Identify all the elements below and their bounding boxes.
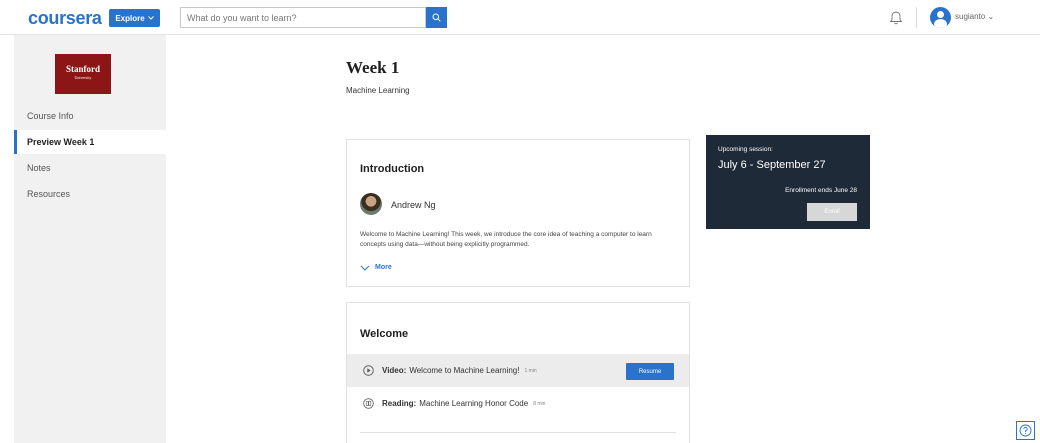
sidebar-item-label: Resources: [27, 189, 71, 199]
introduction-card: Introduction Andrew Ng Welcome to Machin…: [346, 139, 690, 287]
chevron-down-icon: [147, 16, 154, 20]
item-duration: 8 min: [533, 400, 546, 407]
course-name: Machine Learning: [346, 86, 410, 95]
enroll-button[interactable]: Enroll: [807, 203, 857, 221]
sidebar-item-course-info[interactable]: Course Info: [14, 104, 166, 128]
item-type: Reading:: [382, 399, 417, 408]
introduction-title: Introduction: [360, 163, 425, 175]
logo-line2: University: [74, 75, 92, 80]
sidebar-item-resources[interactable]: Resources: [14, 182, 166, 206]
help-button[interactable]: [1016, 421, 1035, 440]
logo-line1: Stanford: [65, 64, 100, 74]
search-input[interactable]: What do you want to learn?: [180, 7, 426, 28]
search-button[interactable]: [426, 7, 447, 28]
item-duration: 1 min: [524, 367, 537, 374]
item-type: Video:: [382, 366, 407, 375]
introduction-text: Welcome to Machine Learning! This week, …: [360, 231, 652, 248]
lesson-item-video[interactable]: Video: Welcome to Machine Learning! 1 mi…: [347, 354, 689, 387]
bell-icon[interactable]: [889, 10, 903, 25]
explore-label: Explore: [115, 13, 145, 23]
session-dates: July 6 - September 27: [718, 159, 826, 171]
play-icon: [363, 365, 374, 376]
sidebar-item-label: Preview Week 1: [27, 137, 95, 147]
more-link[interactable]: More: [360, 264, 392, 271]
explore-button[interactable]: Explore: [109, 9, 160, 27]
sidebar-item-preview-week-1[interactable]: Preview Week 1: [14, 130, 166, 154]
chevron-down-icon: ⌄: [987, 12, 995, 21]
coursera-logo[interactable]: coursera: [28, 8, 102, 29]
help-icon: [1019, 424, 1032, 437]
sidebar-item-notes[interactable]: Notes: [14, 156, 166, 180]
top-bar: coursera Explore What do you want to lea…: [0, 0, 1040, 35]
item-title: Machine Learning Honor Code: [419, 399, 529, 408]
page-title: Week 1: [346, 58, 400, 77]
chevron-down-icon: [360, 265, 370, 271]
welcome-card: Welcome Video: Welcome to Machine Learni…: [346, 302, 690, 443]
lesson-item-reading[interactable]: Reading: Machine Learning Honor Code 8 m…: [347, 387, 689, 420]
avatar[interactable]: [930, 7, 951, 28]
sidebar: Stanford University Course Info Preview …: [14, 35, 166, 443]
stanford-logo[interactable]: Stanford University: [55, 54, 111, 94]
session-label: Upcoming session:: [718, 146, 773, 153]
search-icon: [432, 13, 441, 22]
divider: [916, 7, 917, 28]
resume-button[interactable]: Resume: [626, 363, 674, 380]
upcoming-session-panel: Upcoming session: July 6 - September 27 …: [706, 135, 870, 229]
more-label: More: [375, 264, 392, 271]
divider: [360, 432, 676, 433]
item-title: Welcome to Machine Learning!: [409, 366, 520, 375]
user-name: sugianto: [955, 12, 986, 21]
user-menu[interactable]: sugianto ⌄: [955, 12, 994, 21]
sidebar-item-label: Notes: [27, 163, 51, 173]
sidebar-item-label: Course Info: [27, 111, 74, 121]
instructor-avatar: [360, 193, 382, 215]
enrollment-deadline: Enrollment ends June 28: [785, 187, 857, 194]
welcome-title: Welcome: [360, 328, 409, 340]
reading-icon: [363, 398, 374, 409]
instructor-name[interactable]: Andrew Ng: [391, 200, 436, 210]
